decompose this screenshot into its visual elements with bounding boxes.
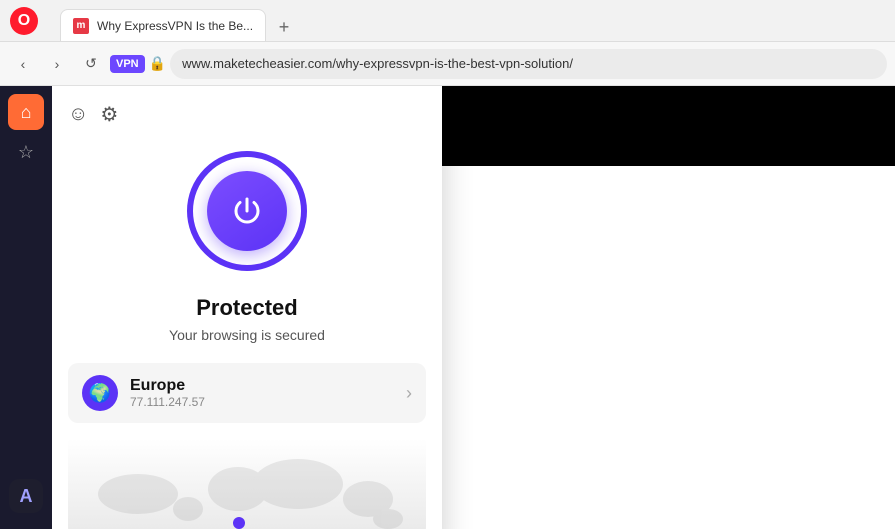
world-map-svg bbox=[68, 439, 426, 529]
vpn-popup: ☺ ⚙ Protected Your browsing is secured bbox=[52, 86, 442, 529]
chevron-right-icon: › bbox=[406, 383, 412, 404]
sidebar-app-icon[interactable]: A bbox=[9, 479, 43, 513]
browser-frame: O m Why ExpressVPN Is the Be... + ‹ › ↺ … bbox=[0, 0, 895, 529]
vpn-status-subtitle: Your browsing is secured bbox=[68, 327, 426, 343]
tab-title: Why ExpressVPN Is the Be... bbox=[97, 19, 253, 33]
vpn-power-circle bbox=[187, 151, 307, 271]
back-button[interactable]: ‹ bbox=[8, 49, 38, 79]
address-bar[interactable] bbox=[170, 49, 887, 79]
nav-bar: ‹ › ↺ VPN 🔒 bbox=[0, 42, 895, 86]
forward-button[interactable]: › bbox=[42, 49, 72, 79]
map-location-dot bbox=[233, 517, 245, 529]
location-name: Europe bbox=[130, 377, 205, 395]
opera-logo[interactable]: O bbox=[10, 7, 38, 35]
new-tab-button[interactable]: + bbox=[270, 13, 298, 41]
browser-tab[interactable]: m Why ExpressVPN Is the Be... bbox=[60, 9, 266, 41]
sidebar-home-icon[interactable]: ⌂ bbox=[8, 94, 44, 130]
power-icon bbox=[229, 193, 265, 229]
reload-button[interactable]: ↺ bbox=[76, 49, 106, 79]
browser-sidebar: ⌂ ☆ A bbox=[0, 86, 52, 529]
emoji-button[interactable]: ☺ bbox=[68, 103, 88, 126]
vpn-status-title: Protected bbox=[68, 295, 426, 321]
lock-icon: 🔒 bbox=[149, 55, 166, 72]
location-info: Europe 77.111.247.57 bbox=[130, 377, 205, 409]
tab-favicon: m bbox=[73, 18, 89, 34]
main-content: er > Lifestyle > Productivity Vhy Expres… bbox=[52, 86, 895, 529]
vpn-badge[interactable]: VPN bbox=[110, 55, 145, 73]
vpn-map bbox=[68, 439, 426, 529]
location-flag: 🌍 bbox=[82, 375, 118, 411]
location-ip: 77.111.247.57 bbox=[130, 395, 205, 409]
vpn-location-row[interactable]: 🌍 Europe 77.111.247.57 › bbox=[68, 363, 426, 423]
settings-button[interactable]: ⚙ bbox=[100, 102, 118, 127]
location-left: 🌍 Europe 77.111.247.57 bbox=[82, 375, 205, 411]
tab-bar: O m Why ExpressVPN Is the Be... + bbox=[0, 0, 895, 42]
vpn-power-button[interactable] bbox=[207, 171, 287, 251]
sidebar-bookmark-icon[interactable]: ☆ bbox=[8, 134, 44, 170]
popup-top-icons: ☺ ⚙ bbox=[68, 102, 426, 127]
content-area: ⌂ ☆ A er > Lifestyle > bbox=[0, 86, 895, 529]
